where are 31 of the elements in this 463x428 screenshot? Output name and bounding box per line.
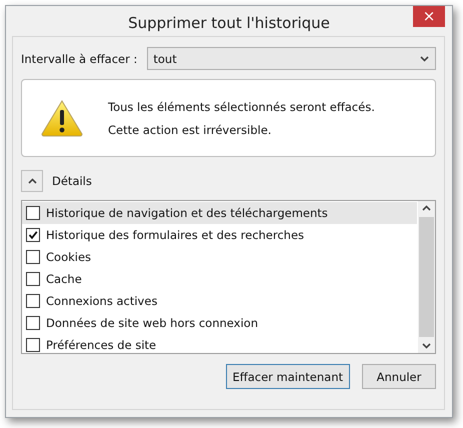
list-item[interactable]: Cache xyxy=(22,268,417,290)
list-item[interactable]: Données de site web hors connexion xyxy=(22,312,417,334)
confirm-button[interactable]: Effacer maintenant xyxy=(226,364,350,389)
checkbox[interactable] xyxy=(26,206,40,220)
checkbox[interactable] xyxy=(26,338,40,352)
scroll-up-icon xyxy=(422,205,431,211)
cancel-button[interactable]: Annuler xyxy=(362,364,436,389)
list-item[interactable]: Historique des formulaires et des recherches xyxy=(22,224,417,246)
checkbox[interactable] xyxy=(26,250,40,264)
window-title: Supprimer tout l'historique xyxy=(128,14,330,32)
close-button[interactable]: × xyxy=(413,6,445,27)
checkbox[interactable] xyxy=(26,272,40,286)
scroll-down-icon xyxy=(422,343,431,349)
checkbox[interactable] xyxy=(26,228,40,242)
range-label: Intervalle à effacer : xyxy=(21,52,138,66)
list-item[interactable]: Cookies xyxy=(22,246,417,268)
list-item[interactable]: Connexions actives xyxy=(22,290,417,312)
details-label[interactable]: Détails xyxy=(52,174,92,188)
checkbox[interactable] xyxy=(26,294,40,308)
details-toggle[interactable] xyxy=(21,170,43,192)
warning-text: Cette action est irréversible. xyxy=(108,122,272,136)
checkbox[interactable] xyxy=(26,316,40,330)
chevron-down-icon xyxy=(420,56,429,62)
warning-icon xyxy=(40,99,84,137)
list-item[interactable]: Préférences de site xyxy=(22,334,417,356)
warning-text: Tous les éléments sélectionnés seront effacés. xyxy=(108,100,375,114)
list-item[interactable]: Historique de navigation et des téléchargements xyxy=(22,202,417,224)
chevron-up-icon xyxy=(28,178,36,184)
scrollbar-thumb[interactable] xyxy=(419,217,434,337)
scrollbar[interactable] xyxy=(418,201,435,353)
range-dropdown[interactable]: tout xyxy=(147,47,436,70)
